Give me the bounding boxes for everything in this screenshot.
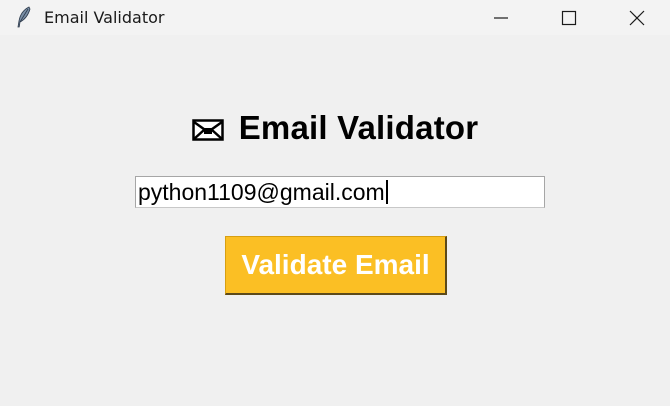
maximize-icon — [561, 10, 577, 25]
validate-email-button[interactable]: Validate Email — [225, 236, 447, 295]
maximize-button[interactable] — [535, 0, 603, 35]
title-bar[interactable]: Email Validator — [0, 0, 670, 35]
close-button[interactable] — [603, 0, 670, 35]
feather-icon — [17, 6, 31, 28]
page-title: Email Validator — [238, 109, 479, 146]
close-icon — [629, 10, 645, 25]
envelope-icon — [191, 119, 224, 141]
text-cursor — [385, 180, 388, 204]
window-title: Email Validator — [44, 8, 165, 27]
minimize-icon — [494, 16, 508, 19]
minimize-button[interactable] — [467, 0, 535, 35]
page-heading: Email Validator — [0, 106, 670, 150]
app-window: Email Validator Email Validator python11… — [0, 0, 670, 406]
email-field[interactable]: python1109@gmail.com — [135, 176, 545, 208]
email-field-value: python1109@gmail.com — [138, 178, 385, 205]
